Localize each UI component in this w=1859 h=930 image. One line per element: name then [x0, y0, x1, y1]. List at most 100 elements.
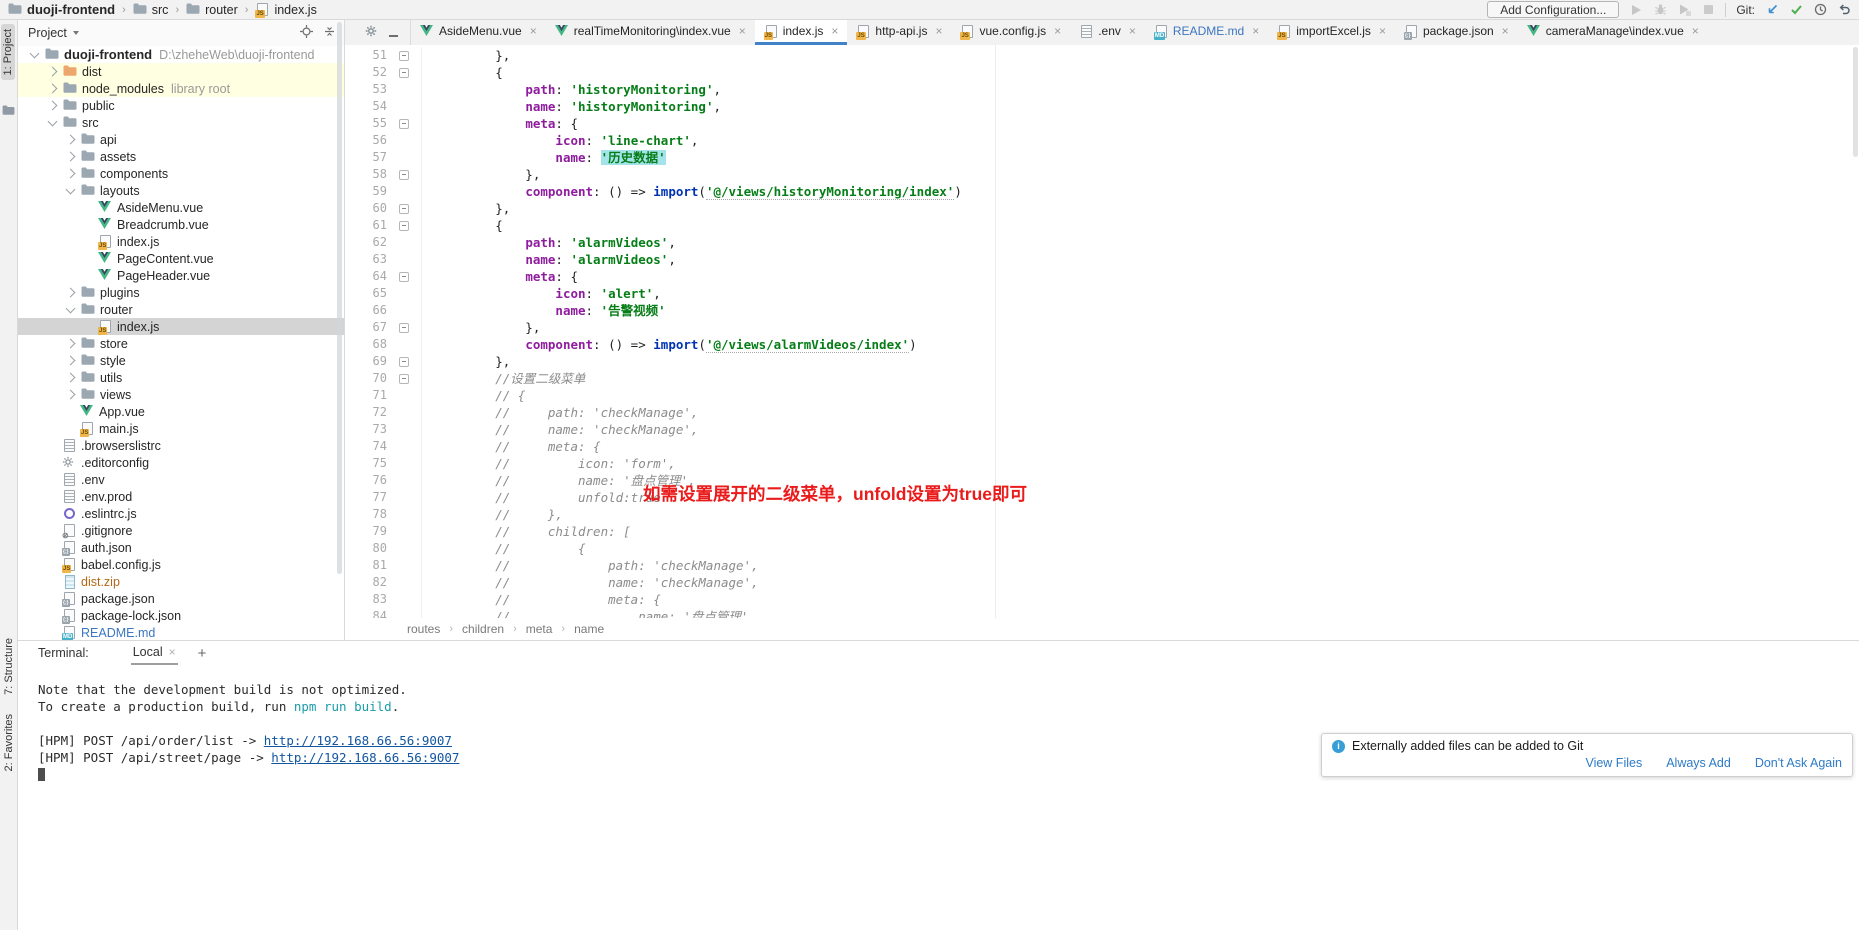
line-number[interactable]: 57: [345, 149, 387, 166]
tab-package-json[interactable]: {;}package.json×: [1395, 20, 1518, 45]
chevron-right-icon[interactable]: [66, 152, 76, 162]
close-icon[interactable]: ×: [831, 24, 838, 38]
line-number[interactable]: 53: [345, 81, 387, 98]
tab-readme-md[interactable]: MDREADME.md×: [1145, 20, 1268, 45]
breadcrumb-item-index-js[interactable]: JSindex.js: [255, 3, 316, 17]
history-clock-icon[interactable]: [1813, 3, 1827, 17]
code-line[interactable]: 70 //设置二级菜单: [345, 370, 1859, 387]
line-number[interactable]: 70: [345, 370, 387, 387]
locate-file-icon[interactable]: [300, 25, 313, 41]
line-number[interactable]: 58: [345, 166, 387, 183]
tree-item-editorconfig[interactable]: .editorconfig: [18, 454, 344, 471]
line-number[interactable]: 51: [345, 47, 387, 64]
tree-item-src[interactable]: src: [18, 114, 344, 131]
chevron-right-icon[interactable]: [66, 373, 76, 383]
code-line[interactable]: 71 // {: [345, 387, 1859, 404]
line-number[interactable]: 69: [345, 353, 387, 370]
code-line[interactable]: 58 },: [345, 166, 1859, 183]
new-terminal-button[interactable]: +: [198, 645, 207, 662]
line-number[interactable]: 61: [345, 217, 387, 234]
tree-item-assets[interactable]: assets: [18, 148, 344, 165]
chevron-right-icon[interactable]: [48, 67, 58, 77]
tree-item-router[interactable]: router: [18, 301, 344, 318]
tree-item-store[interactable]: store: [18, 335, 344, 352]
close-icon[interactable]: ×: [1129, 24, 1136, 38]
breadcrumb-item-duoji-frontend[interactable]: duoji-frontend: [8, 2, 115, 17]
line-number[interactable]: 83: [345, 591, 387, 608]
tree-item-utils[interactable]: utils: [18, 369, 344, 386]
line-number[interactable]: 82: [345, 574, 387, 591]
tree-item-public[interactable]: public: [18, 97, 344, 114]
line-number[interactable]: 65: [345, 285, 387, 302]
code-line[interactable]: 74 // meta: {: [345, 438, 1859, 455]
tree-item-browserslistrc[interactable]: .browserslistrc: [18, 437, 344, 454]
tree-item-auth-json[interactable]: {;}auth.json: [18, 539, 344, 556]
close-icon[interactable]: ×: [1054, 24, 1061, 38]
fold-marker[interactable]: [399, 170, 409, 180]
line-number[interactable]: 77: [345, 489, 387, 506]
code-line[interactable]: 54 name: 'historyMonitoring',: [345, 98, 1859, 115]
line-number[interactable]: 75: [345, 455, 387, 472]
chevron-down-icon[interactable]: [73, 31, 79, 35]
breadcrumb-item-src[interactable]: src: [133, 3, 169, 17]
tree-item-index-js[interactable]: JSindex.js: [18, 318, 344, 335]
chevron-right-icon[interactable]: [48, 84, 58, 94]
tab-env[interactable]: .env×: [1070, 20, 1145, 45]
chevron-right-icon[interactable]: [66, 135, 76, 145]
fold-marker[interactable]: [399, 357, 409, 367]
line-number[interactable]: 73: [345, 421, 387, 438]
chevron-down-icon[interactable]: [30, 48, 40, 58]
tool-button-project[interactable]: 1: Project: [1, 24, 15, 80]
run-with-coverage-icon[interactable]: [1677, 3, 1691, 17]
editor-scrollbar[interactable]: [1853, 47, 1858, 157]
chevron-right-icon[interactable]: [66, 339, 76, 349]
chevron-right-icon[interactable]: [66, 169, 76, 179]
line-number[interactable]: 62: [345, 234, 387, 251]
line-number[interactable]: 76: [345, 472, 387, 489]
tool-button-favorites[interactable]: 2: Favorites: [1, 714, 16, 771]
fold-marker[interactable]: [399, 204, 409, 214]
tool-button-structure[interactable]: 7: Structure: [1, 638, 16, 695]
editor-breadcrumb-name[interactable]: name: [574, 622, 604, 636]
tree-item-api[interactable]: api: [18, 131, 344, 148]
close-icon[interactable]: ×: [530, 24, 537, 38]
tree-item-readme-md[interactable]: MDREADME.md: [18, 624, 344, 640]
code-line[interactable]: 76 // name: '盘点管理',: [345, 472, 1859, 489]
project-panel-title[interactable]: Project: [28, 26, 67, 40]
tab-index-js[interactable]: JSindex.js×: [755, 20, 848, 45]
chevron-down-icon[interactable]: [66, 303, 76, 313]
vcs-rollback-icon[interactable]: [1837, 3, 1851, 17]
code-line[interactable]: 57 name: '历史数据': [345, 149, 1859, 166]
line-number[interactable]: 54: [345, 98, 387, 115]
code-line[interactable]: 78 // },: [345, 506, 1859, 523]
tree-item-eslintrc-js[interactable]: .eslintrc.js: [18, 505, 344, 522]
editor-breadcrumb-children[interactable]: children: [462, 622, 504, 636]
close-icon[interactable]: ×: [739, 24, 746, 38]
line-number[interactable]: 66: [345, 302, 387, 319]
chevron-right-icon[interactable]: [48, 101, 58, 111]
close-icon[interactable]: ×: [1502, 24, 1509, 38]
tree-item-asidemenu-vue[interactable]: AsideMenu.vue: [18, 199, 344, 216]
tab-http-api-js[interactable]: JShttp-api.js×: [847, 20, 951, 45]
code-line[interactable]: 72 // path: 'checkManage',: [345, 404, 1859, 421]
tree-item-env[interactable]: .env: [18, 471, 344, 488]
tree-item-breadcrumb-vue[interactable]: Breadcrumb.vue: [18, 216, 344, 233]
line-number[interactable]: 80: [345, 540, 387, 557]
code-line[interactable]: 66 name: '告警视频': [345, 302, 1859, 319]
line-number[interactable]: 60: [345, 200, 387, 217]
code-line[interactable]: 79 // children: [: [345, 523, 1859, 540]
line-number[interactable]: 71: [345, 387, 387, 404]
tree-item-duoji-frontend[interactable]: duoji-frontendD:\zheheWeb\duoji-frontend: [18, 46, 344, 63]
tree-item-env-prod[interactable]: .env.prod: [18, 488, 344, 505]
line-number[interactable]: 81: [345, 557, 387, 574]
code-line[interactable]: 77 // unfold:true: [345, 489, 1859, 506]
code-line[interactable]: 81 // path: 'checkManage',: [345, 557, 1859, 574]
code-line[interactable]: 82 // name: 'checkManage',: [345, 574, 1859, 591]
line-number[interactable]: 74: [345, 438, 387, 455]
tree-item-babel-config-js[interactable]: JSbabel.config.js: [18, 556, 344, 573]
chevron-right-icon[interactable]: [66, 288, 76, 298]
chevron-right-icon[interactable]: [66, 390, 76, 400]
tree-item-style[interactable]: style: [18, 352, 344, 369]
terminal-tab-local[interactable]: Local ×: [131, 641, 178, 665]
line-number[interactable]: 55: [345, 115, 387, 132]
